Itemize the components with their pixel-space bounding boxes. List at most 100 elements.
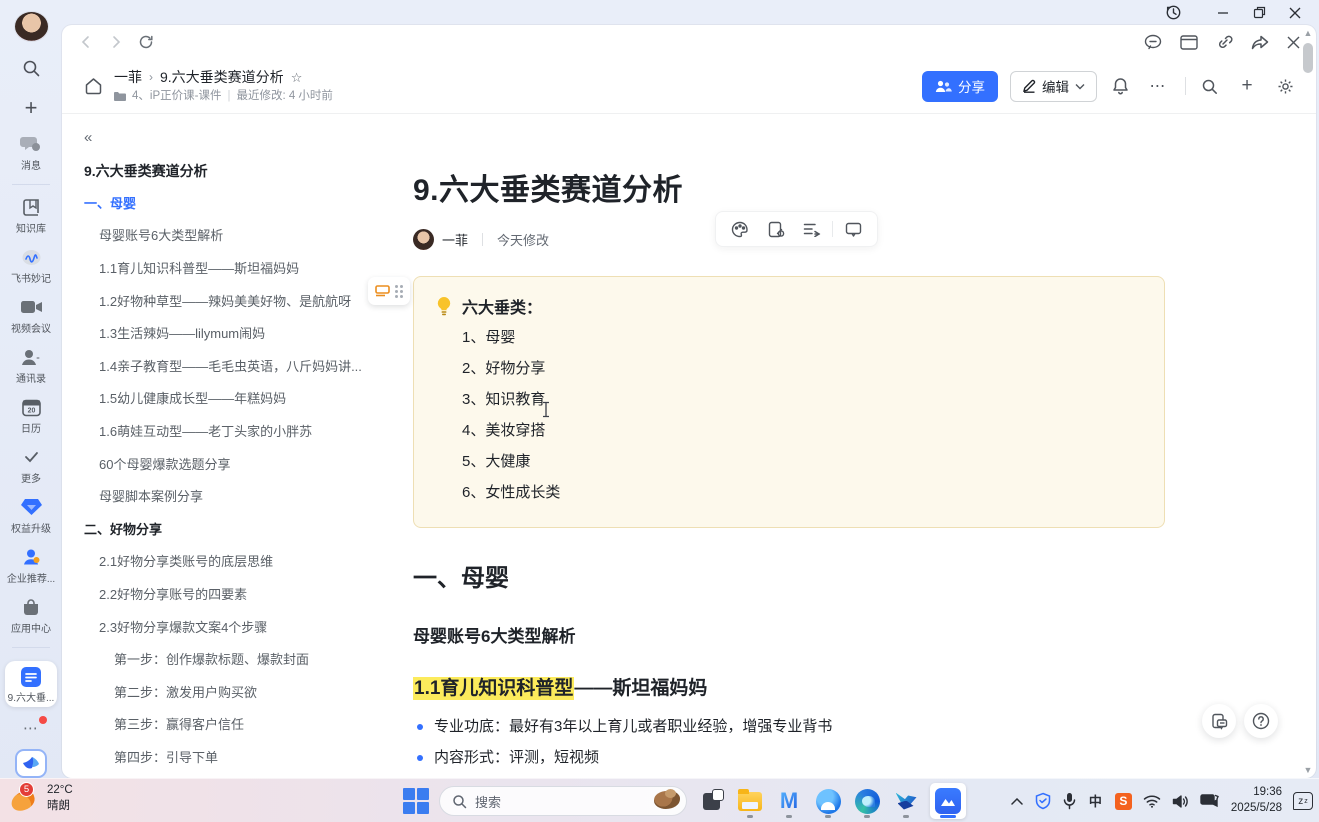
- search-icon[interactable]: [16, 55, 46, 81]
- close-window-button[interactable]: [1279, 2, 1311, 24]
- feedback-icon[interactable]: [1202, 704, 1236, 738]
- sidebar-item-wiki[interactable]: 知识库: [16, 197, 46, 235]
- maximize-button[interactable]: [1243, 2, 1275, 24]
- mail-app-icon[interactable]: M: [774, 783, 804, 819]
- outline-item[interactable]: 2.3好物分享爆款文案4个步骤: [84, 610, 376, 643]
- file-explorer-icon[interactable]: [735, 783, 765, 819]
- outline-item[interactable]: 第一步：创作爆款标题、爆款封面: [84, 642, 376, 675]
- outline-item[interactable]: 1.4亲子教育型——毛毛虫英语，八斤妈妈讲...: [84, 349, 376, 382]
- outline-item[interactable]: 母婴脚本案例分享: [84, 479, 376, 512]
- scroll-up-icon[interactable]: ▲: [1304, 28, 1313, 38]
- minimize-button[interactable]: [1207, 2, 1239, 24]
- sidebar-item-minutes[interactable]: 飞书妙记: [11, 247, 51, 285]
- task-view-button[interactable]: [696, 783, 726, 819]
- sogou-input-icon[interactable]: S: [1115, 793, 1132, 810]
- outline-item[interactable]: 1.6萌娃互动型——老丁头家的小胖苏: [84, 414, 376, 447]
- callout-block[interactable]: 六大垂类： 1、母婴2、好物分享3、知识教育4、美妆穿搭5、大健康6、女性成长类: [413, 276, 1165, 528]
- outline-item[interactable]: 2.1好物分享类账号的底层思维: [84, 545, 376, 578]
- microphone-icon[interactable]: [1063, 792, 1076, 810]
- outline-item[interactable]: 1.1育儿知识科普型——斯坦福妈妈: [84, 251, 376, 284]
- block-handle[interactable]: [368, 277, 410, 305]
- sidebar-item-messages[interactable]: 消息: [20, 134, 42, 172]
- outline-item[interactable]: 第三步：赢得客户信任: [84, 708, 376, 741]
- outline-item[interactable]: 2.2好物分享账号的四要素: [84, 577, 376, 610]
- search-highlight-image[interactable]: [648, 788, 682, 814]
- system-tray: 中 S 19:36 2025/5/28 zz: [1011, 779, 1313, 822]
- home-icon[interactable]: [78, 71, 108, 101]
- outline-item[interactable]: 一、母婴: [84, 186, 376, 219]
- window-panel-icon[interactable]: [1180, 35, 1198, 50]
- scrollbar-track[interactable]: [1302, 38, 1314, 765]
- author-name[interactable]: 一菲: [442, 230, 468, 249]
- outline-item[interactable]: 1.2好物种草型——辣妈美美好物、是航航呀: [84, 284, 376, 317]
- outline-item[interactable]: 1.5幼儿健康成长型——年糕妈妈: [84, 382, 376, 415]
- sidebar-item-calendar[interactable]: 20 日历: [21, 397, 41, 435]
- display-sync-icon[interactable]: [1200, 793, 1220, 809]
- scrollbar[interactable]: ▲ ▼: [1302, 28, 1314, 775]
- outline-arrow-icon[interactable]: [794, 215, 830, 243]
- breadcrumb-title[interactable]: 9.六大垂类赛道分析: [160, 69, 284, 87]
- edit-button[interactable]: 编辑: [1010, 71, 1097, 102]
- close-doc-icon[interactable]: [1287, 36, 1300, 49]
- doc-search-icon[interactable]: [1194, 71, 1224, 101]
- new-doc-icon[interactable]: +: [1232, 71, 1262, 101]
- sidebar-item-app-center[interactable]: 应用中心: [11, 597, 51, 635]
- more-actions-icon[interactable]: ⋯: [1143, 71, 1173, 101]
- breadcrumb-parent[interactable]: 一菲: [114, 69, 142, 87]
- bird-app-icon[interactable]: [891, 783, 921, 819]
- sidebar-item-upgrade[interactable]: 权益升级: [11, 497, 51, 535]
- feishu-logo[interactable]: [15, 749, 47, 778]
- share-button[interactable]: 分享: [922, 71, 998, 102]
- outline-item[interactable]: 1.3生活辣妈——lilymum闹妈: [84, 316, 376, 349]
- refresh-icon[interactable]: [138, 34, 154, 50]
- floating-buttons: [1202, 704, 1278, 738]
- copy-link-icon[interactable]: [1216, 34, 1233, 51]
- sidebar-item-enterprise-referral[interactable]: 企业推荐...: [7, 547, 55, 585]
- folder-name[interactable]: 4、iP正价课-课件: [132, 89, 221, 103]
- outline-item[interactable]: 60个母婴爆款选题分享: [84, 447, 376, 480]
- doc-link-icon[interactable]: [758, 215, 794, 243]
- ime-indicator[interactable]: 中: [1087, 793, 1104, 810]
- sidebar-item-contacts[interactable]: 通讯录: [16, 347, 46, 385]
- author-avatar[interactable]: [413, 229, 434, 250]
- outline-doc-title[interactable]: 9.六大垂类赛道分析: [84, 161, 376, 181]
- wifi-icon[interactable]: [1143, 794, 1161, 808]
- sidebar-item-current-doc[interactable]: 9.六大垂...: [5, 661, 58, 707]
- create-new-button[interactable]: +: [16, 95, 46, 121]
- weather-widget[interactable]: 5 22°C 晴朗: [10, 783, 73, 814]
- sidebar-item-meetings[interactable]: 视频会议: [11, 297, 51, 335]
- outline-item[interactable]: 母婴账号6大类型解析: [84, 219, 376, 252]
- security-shield-icon[interactable]: [1034, 792, 1052, 810]
- tray-expand-icon[interactable]: [1011, 798, 1023, 805]
- scrollbar-thumb[interactable]: [1303, 43, 1313, 73]
- feishu-docs-icon[interactable]: [930, 783, 966, 819]
- volume-icon[interactable]: [1172, 794, 1189, 809]
- outline-item[interactable]: 第四步：引导下单: [84, 740, 376, 773]
- drag-handle-icon[interactable]: [395, 285, 403, 298]
- theme-palette-icon[interactable]: [722, 215, 758, 243]
- settings-gear-icon[interactable]: [1270, 71, 1300, 101]
- taskbar-clock[interactable]: 19:36 2025/5/28: [1231, 785, 1282, 816]
- start-button[interactable]: [403, 788, 430, 815]
- history-icon[interactable]: [1157, 2, 1189, 24]
- browser-app-icon[interactable]: [813, 783, 843, 819]
- favorite-star-icon[interactable]: ☆: [291, 70, 303, 86]
- edge-browser-icon[interactable]: [852, 783, 882, 819]
- outline-item[interactable]: 第二步：激发用户购买欲: [84, 675, 376, 708]
- do-not-disturb-icon[interactable]: zz: [1293, 792, 1313, 810]
- comment-bubble-icon[interactable]: [1144, 34, 1162, 50]
- taskbar-search[interactable]: 搜索: [439, 786, 687, 816]
- collapse-outline-icon[interactable]: «: [84, 129, 106, 146]
- sidebar-item-more[interactable]: 更多: [21, 447, 41, 485]
- user-avatar[interactable]: [15, 12, 48, 41]
- notification-bell-icon[interactable]: [1105, 71, 1135, 101]
- forward-icon[interactable]: [108, 34, 124, 50]
- sidebar-more-button[interactable]: ⋯: [23, 719, 39, 737]
- back-icon[interactable]: [78, 34, 94, 50]
- outline-item[interactable]: 二、好物分享: [84, 512, 376, 545]
- scroll-down-icon[interactable]: ▼: [1304, 765, 1313, 775]
- share-forward-icon[interactable]: [1251, 35, 1269, 50]
- knowledge-base-icon: [21, 197, 41, 218]
- comment-icon[interactable]: [835, 215, 871, 243]
- help-icon[interactable]: [1244, 704, 1278, 738]
